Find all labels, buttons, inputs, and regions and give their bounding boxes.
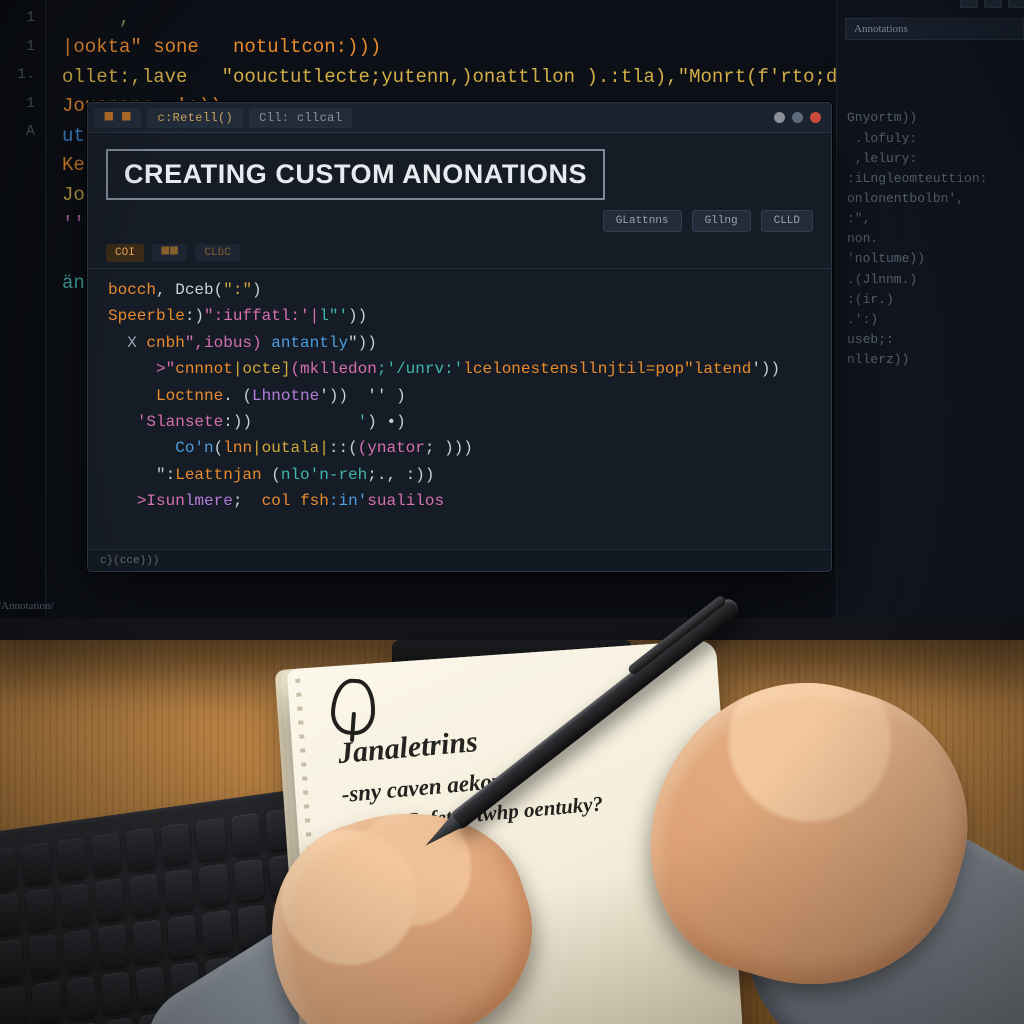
dialog-title-frame: CREATING CUSTOM ANONATIONS [106,149,605,200]
dialog-title: CREATING CUSTOM ANONATIONS [124,161,587,188]
subtab-1[interactable]: COI [106,244,144,262]
ide-side-panel: Annotations Gnyortm)) .lofuly: ,lelury: … [836,0,1024,618]
toolbar-button-2[interactable]: Gllng [692,210,751,232]
dialog-titlebar[interactable]: ⯀ ⯀ c:Retell() Cll: cllcal [88,103,831,133]
minimize-icon[interactable] [774,112,785,123]
panel-window-controls [960,0,1024,8]
dialog-toolbar: GLattnns Gllng CLLD [88,210,831,240]
dialog-tab-2[interactable]: c:Retell() [147,108,243,128]
subtab-3[interactable]: CLbC [195,244,239,262]
toolbar-button-1[interactable]: GLattnns [603,210,682,232]
dialog-code-editor[interactable]: bocch, Dceb(":") Speerble:)":iuffatl:'|l… [88,269,831,525]
monitor: 11 1. 1 A , |ookta" sone notultcon:))) o… [0,0,1024,640]
maximize-icon[interactable] [792,112,803,123]
editor-statusbar: /Annotation/ [0,600,54,612]
close-icon[interactable] [810,112,821,123]
subtab-2[interactable]: ⯀⯀ [152,244,188,262]
dialog-statusbar: c}(cce))) [88,549,831,571]
leaf-doodle-icon [329,677,377,736]
side-panel-header[interactable]: Annotations [845,18,1024,40]
dialog-tab-3[interactable]: Cll: cllcal [249,108,352,128]
dialog-subtabs: COI ⯀⯀ CLbC [88,240,831,269]
annotations-dialog: ⯀ ⯀ c:Retell() Cll: cllcal CREATING CUST… [87,102,832,572]
dialog-tab-1[interactable]: ⯀ ⯀ [94,108,141,128]
toolbar-button-3[interactable]: CLLD [761,210,813,232]
